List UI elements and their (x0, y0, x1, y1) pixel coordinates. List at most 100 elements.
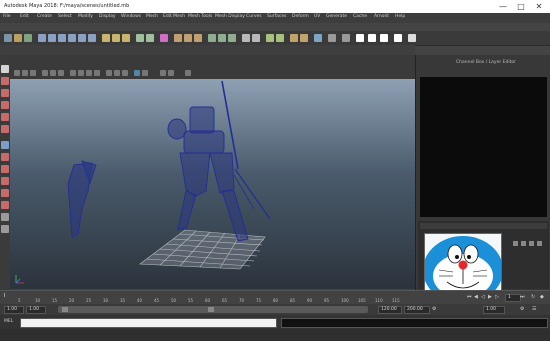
gamma-icon[interactable] (168, 70, 174, 76)
command-input[interactable] (20, 318, 277, 328)
polygon-cube-icon[interactable] (48, 34, 56, 42)
freeze-transform-icon[interactable] (342, 34, 350, 42)
maximize-button[interactable]: □ (512, 1, 530, 12)
loop-icon[interactable]: ↻ (531, 294, 536, 300)
polygon-cylinder-icon[interactable] (58, 34, 66, 42)
separate-icon[interactable] (112, 34, 120, 42)
rotate-tool-icon[interactable] (1, 113, 9, 121)
graph-editor-icon[interactable] (1, 225, 9, 233)
playback-speed-field[interactable]: 1.00 (483, 306, 505, 314)
polygon-plane-icon[interactable] (78, 34, 86, 42)
xray-toggle-icon[interactable] (122, 70, 128, 76)
mirror-icon[interactable] (290, 34, 298, 42)
layer-new-icon[interactable] (513, 241, 518, 246)
insert-edge-loop-icon[interactable] (218, 34, 226, 42)
xray-icon[interactable] (394, 34, 402, 42)
command-language-label[interactable]: MEL (4, 319, 13, 324)
menu-mesh[interactable]: Mesh (146, 14, 158, 19)
textured-icon[interactable] (86, 70, 92, 76)
time-slider[interactable]: 5 10 15 20 25 30 35 40 45 50 55 60 65 70… (0, 290, 550, 305)
persp-graph-icon[interactable] (1, 189, 9, 197)
scale-tool-icon[interactable] (1, 125, 9, 133)
menu-curves[interactable]: Curves (246, 14, 262, 19)
fps-icon[interactable]: ⚙ (432, 306, 437, 312)
extrude-icon[interactable] (174, 34, 182, 42)
append-polygon-icon[interactable] (184, 34, 192, 42)
menu-uv[interactable]: UV (314, 14, 320, 19)
menu-edit[interactable]: Edit (20, 14, 29, 19)
fill-hole-icon[interactable] (194, 34, 202, 42)
menu-windows[interactable]: Windows (121, 14, 141, 19)
camera-lock-icon[interactable] (22, 70, 28, 76)
planar-mapping-icon[interactable] (276, 34, 284, 42)
anim-start-field[interactable]: 1.00 (26, 306, 46, 314)
range-handle-left[interactable] (62, 307, 68, 312)
range-handle-right[interactable] (208, 307, 214, 312)
current-frame-field[interactable]: 1 (505, 294, 521, 302)
side-by-side-icon[interactable] (1, 165, 9, 173)
persp-outliner-icon[interactable] (1, 177, 9, 185)
menu-deform[interactable]: Deform (292, 14, 309, 19)
polygon-sphere-icon[interactable] (38, 34, 46, 42)
close-button[interactable]: ✕ (530, 1, 548, 12)
lighting-icon[interactable] (94, 70, 100, 76)
paint-select-icon[interactable] (1, 89, 9, 97)
go-to-start-icon[interactable]: ⏮ (467, 294, 472, 300)
layer-move-icon[interactable] (537, 241, 542, 246)
center-pivot-icon[interactable] (328, 34, 336, 42)
target-weld-icon[interactable] (228, 34, 236, 42)
polygon-cone-icon[interactable] (68, 34, 76, 42)
combine-icon[interactable] (102, 34, 110, 42)
timeline-ticks[interactable]: 5 10 15 20 25 30 35 40 45 50 55 60 65 70… (4, 291, 416, 305)
bridge-icon[interactable] (160, 34, 168, 42)
polygon-torus-icon[interactable] (88, 34, 96, 42)
crease-icon[interactable] (356, 34, 364, 42)
menu-mesh-tools[interactable]: Mesh Tools (188, 14, 212, 19)
menu-file[interactable]: File (3, 14, 11, 19)
open-scene-icon[interactable] (14, 34, 22, 42)
xray-joints-icon[interactable] (134, 70, 140, 76)
select-tool-icon[interactable] (1, 65, 9, 73)
save-scene-icon[interactable] (24, 34, 32, 42)
play-forward-icon[interactable]: ▶ (488, 294, 493, 300)
smooth-icon[interactable] (136, 34, 144, 42)
outliner-icon[interactable] (1, 201, 9, 209)
range-bar[interactable] (58, 306, 368, 313)
collapse-icon[interactable] (252, 34, 260, 42)
film-gate-icon[interactable] (50, 70, 56, 76)
menu-cache[interactable]: Cache (353, 14, 367, 19)
menu-edit-mesh[interactable]: Edit Mesh (163, 14, 185, 19)
move-tool-icon[interactable] (1, 101, 9, 109)
hud-icon[interactable] (142, 70, 148, 76)
bookmark-icon[interactable] (30, 70, 36, 76)
select-by-type-icon[interactable] (380, 34, 388, 42)
render-icon[interactable] (408, 34, 416, 42)
menu-generate[interactable]: Generate (326, 14, 347, 19)
play-backward-icon[interactable]: ◁ (481, 294, 486, 300)
merge-icon[interactable] (242, 34, 250, 42)
wireframe-icon[interactable] (70, 70, 76, 76)
color-management-icon[interactable] (185, 70, 191, 76)
layer-options-icon[interactable] (521, 241, 526, 246)
bevel-icon[interactable] (146, 34, 154, 42)
exposure-icon[interactable] (160, 70, 166, 76)
grid-toggle-icon[interactable] (42, 70, 48, 76)
menu-mesh-display[interactable]: Mesh Display (215, 14, 245, 19)
layer-delete-icon[interactable] (529, 241, 534, 246)
menu-surfaces[interactable]: Surfaces (267, 14, 287, 19)
menu-arnold[interactable]: Arnold (374, 14, 389, 19)
single-pane-icon[interactable] (1, 141, 9, 149)
duplicate-icon[interactable] (300, 34, 308, 42)
viewport[interactable] (10, 79, 415, 289)
shadows-icon[interactable] (106, 70, 112, 76)
channel-box[interactable] (420, 77, 547, 217)
end-time-field[interactable]: 120.00 (378, 306, 402, 314)
extract-icon[interactable] (122, 34, 130, 42)
layer-tabs[interactable] (420, 223, 547, 229)
go-to-end-icon[interactable]: ⏭ (520, 294, 525, 300)
anim-prefs-icon[interactable]: ⚙ (520, 306, 525, 312)
camera-select-icon[interactable] (14, 70, 20, 76)
menu-help[interactable]: Help (395, 14, 405, 19)
multi-cut-icon[interactable] (208, 34, 216, 42)
four-pane-icon[interactable] (1, 153, 9, 161)
